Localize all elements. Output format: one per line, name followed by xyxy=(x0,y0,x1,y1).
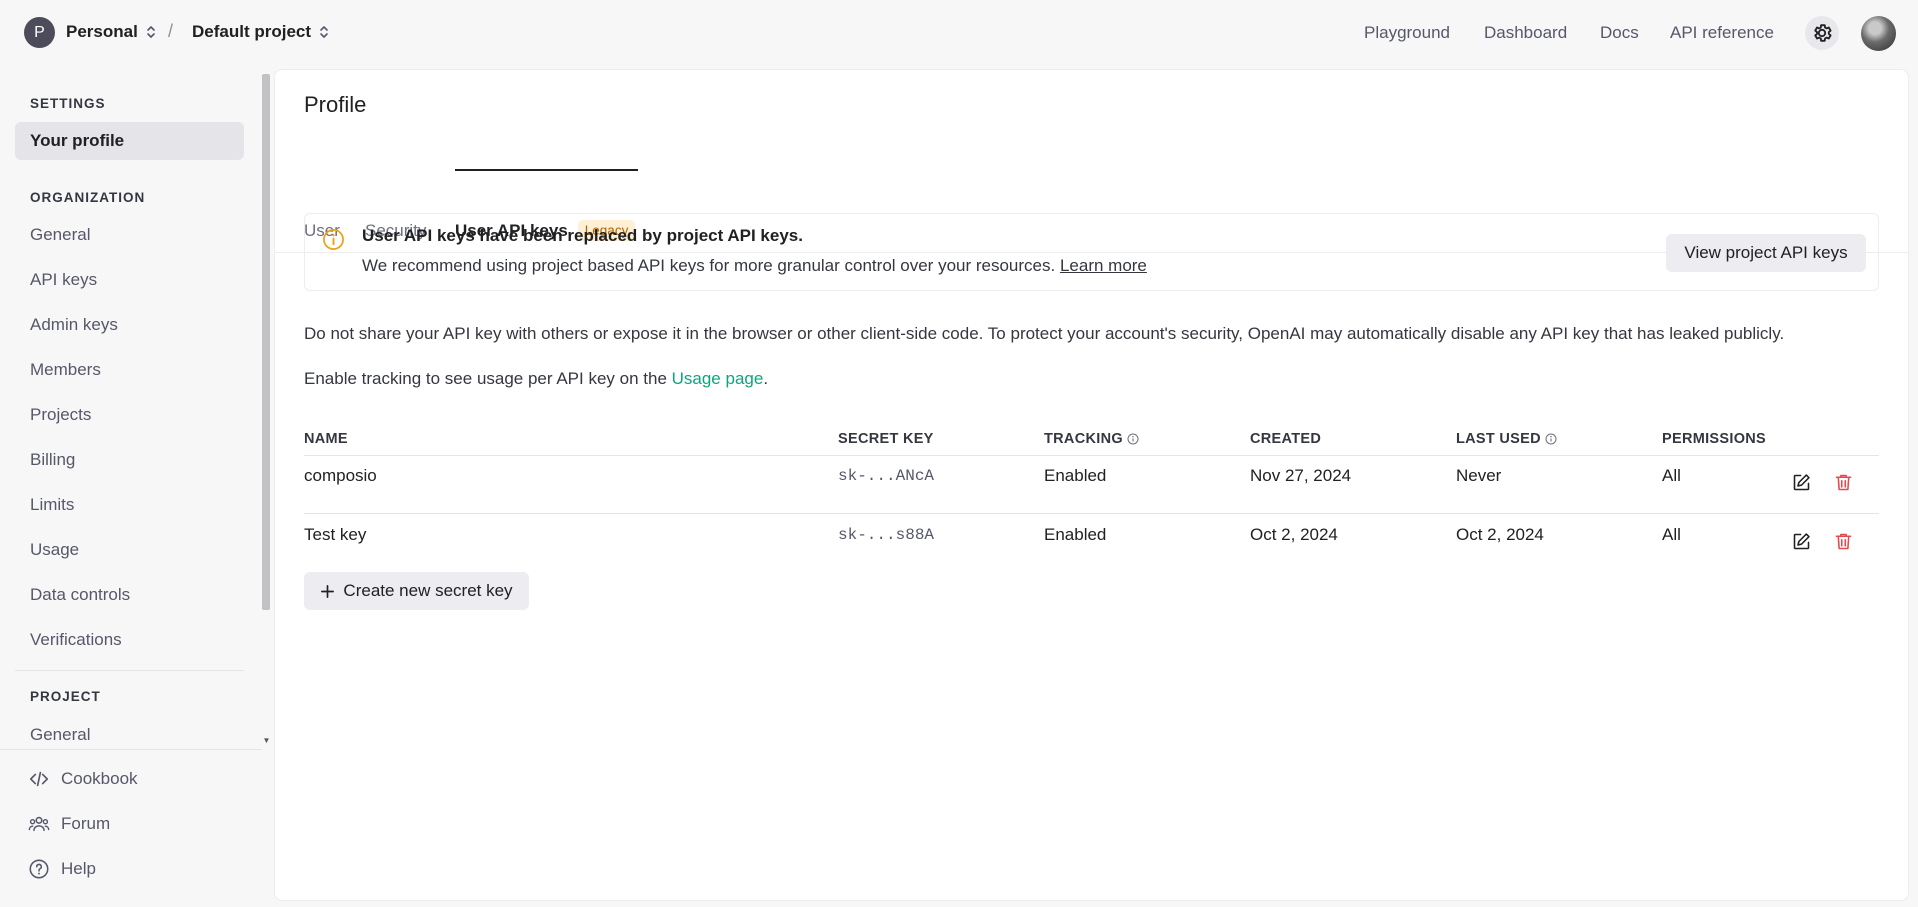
security-warning: Do not share your API key with others or… xyxy=(304,324,1785,343)
column-header-permissions: PERMISSIONS xyxy=(1662,431,1767,447)
info-icon[interactable] xyxy=(1127,433,1139,445)
sidebar-divider xyxy=(15,670,244,671)
sidebar-item-projects[interactable]: Projects xyxy=(15,396,244,434)
sidebar-item-admin-keys[interactable]: Admin keys xyxy=(15,306,244,344)
column-header-tracking: TRACKING xyxy=(1044,431,1139,447)
row-1-edit-button[interactable] xyxy=(1788,469,1814,495)
code-icon xyxy=(29,771,49,787)
tracking-header-label: TRACKING xyxy=(1044,431,1123,447)
scroll-down-icon[interactable]: ▼ xyxy=(262,736,271,745)
sidebar-bottom-divider xyxy=(0,749,262,750)
nav-docs[interactable]: Docs xyxy=(1600,23,1639,43)
help-label: Help xyxy=(61,859,96,878)
column-header-name: NAME xyxy=(304,431,348,447)
row-1-tracking: Enabled xyxy=(1044,466,1107,485)
people-icon xyxy=(28,816,50,832)
sidebar-item-members[interactable]: Members xyxy=(15,351,244,389)
create-new-secret-key-button[interactable]: Create new secret key xyxy=(304,572,529,610)
nav-dashboard[interactable]: Dashboard xyxy=(1484,23,1567,43)
org-name: Personal xyxy=(66,22,138,41)
sidebar-scroll-area[interactable]: SETTINGS Your profile ORGANIZATION Gener… xyxy=(0,66,262,748)
gear-icon xyxy=(1814,24,1832,42)
notice-title: User API keys have been replaced by proj… xyxy=(362,226,803,245)
row-2-permissions: All xyxy=(1662,525,1681,544)
page-title: Profile xyxy=(304,92,367,117)
info-icon[interactable] xyxy=(1545,433,1557,445)
row-1-last-used: Never xyxy=(1456,466,1502,485)
sidebar-item-general[interactable]: General xyxy=(15,216,244,254)
organization-heading: ORGANIZATION xyxy=(30,190,146,205)
column-header-last-used: LAST USED xyxy=(1456,431,1557,447)
project-heading: PROJECT xyxy=(30,689,101,704)
user-avatar[interactable] xyxy=(1861,16,1896,51)
row-2-delete-button[interactable] xyxy=(1830,528,1856,554)
learn-more-link[interactable]: Learn more xyxy=(1060,256,1147,275)
sidebar-item-project-general[interactable]: General xyxy=(15,716,244,748)
sidebar-item-verifications[interactable]: Verifications xyxy=(15,621,244,659)
row-1-delete-button[interactable] xyxy=(1830,469,1856,495)
help-icon xyxy=(29,859,49,879)
row-2-created: Oct 2, 2024 xyxy=(1250,525,1338,544)
notice-text: We recommend using project based API key… xyxy=(362,256,1147,276)
sidebar-item-api-keys[interactable]: API keys xyxy=(15,261,244,299)
org-avatar[interactable]: P xyxy=(24,17,55,48)
sidebar-item-usage[interactable]: Usage xyxy=(15,531,244,569)
sidebar-item-limits[interactable]: Limits xyxy=(15,486,244,524)
row-1-secret-key: sk-...ANcA xyxy=(838,467,935,485)
sidebar-item-your-profile[interactable]: Your profile xyxy=(15,122,244,160)
row-2-last-used: Oct 2, 2024 xyxy=(1456,525,1544,544)
sidebar-item-data-controls[interactable]: Data controls xyxy=(15,576,244,614)
top-bar: P Personal / Default project Playground … xyxy=(0,0,1918,66)
header-divider xyxy=(304,455,1879,456)
tracking-info: Enable tracking to see usage per API key… xyxy=(304,369,768,389)
chevron-updown-icon xyxy=(319,24,329,40)
sidebar-item-forum[interactable]: Forum xyxy=(28,809,110,839)
row-2-name: Test key xyxy=(304,525,367,544)
trash-icon xyxy=(1835,533,1851,549)
breadcrumb-separator: / xyxy=(168,21,174,41)
row-1-permissions: All xyxy=(1662,466,1681,485)
project-switcher[interactable]: Default project xyxy=(192,22,329,42)
trash-icon xyxy=(1835,474,1851,490)
chevron-updown-icon xyxy=(146,24,156,40)
settings-heading: SETTINGS xyxy=(30,96,106,111)
create-button-label: Create new secret key xyxy=(343,581,513,600)
row-divider xyxy=(304,513,1879,514)
row-2-secret-key: sk-...s88A xyxy=(838,526,935,544)
notice-body: We recommend using project based API key… xyxy=(362,256,1060,275)
last-used-header-label: LAST USED xyxy=(1456,431,1541,447)
project-name: Default project xyxy=(192,22,312,41)
view-project-api-keys-button[interactable]: View project API keys xyxy=(1666,234,1866,272)
sidebar-item-billing[interactable]: Billing xyxy=(15,441,244,479)
org-switcher[interactable]: Personal xyxy=(66,22,156,42)
tracking-text: Enable tracking to see usage per API key… xyxy=(304,369,672,388)
column-header-secret-key: SECRET KEY xyxy=(838,431,934,447)
row-1-created: Nov 27, 2024 xyxy=(1250,466,1352,485)
row-2-tracking: Enabled xyxy=(1044,525,1107,544)
forum-label: Forum xyxy=(61,814,111,833)
row-1-name: composio xyxy=(304,466,377,485)
main-panel: Profile User Security User API keys Lega… xyxy=(274,69,1910,901)
settings-button[interactable] xyxy=(1805,16,1839,50)
nav-playground[interactable]: Playground xyxy=(1364,23,1450,43)
sidebar-item-cookbook[interactable]: Cookbook xyxy=(28,764,138,794)
sidebar-item-help[interactable]: Help xyxy=(28,854,96,884)
edit-icon xyxy=(1793,532,1810,549)
tracking-end: . xyxy=(763,369,769,388)
info-circle-icon xyxy=(323,229,344,250)
edit-icon xyxy=(1793,473,1810,490)
plus-icon xyxy=(321,584,335,598)
sidebar-scrollbar[interactable] xyxy=(262,74,270,610)
usage-page-link[interactable]: Usage page xyxy=(672,369,764,388)
sidebar: SETTINGS Your profile ORGANIZATION Gener… xyxy=(0,66,262,907)
active-tab-indicator xyxy=(455,169,638,171)
nav-api-reference[interactable]: API reference xyxy=(1670,23,1774,43)
row-2-edit-button[interactable] xyxy=(1788,528,1814,554)
column-header-created: CREATED xyxy=(1250,431,1322,447)
cookbook-label: Cookbook xyxy=(61,769,138,788)
legacy-notice: User API keys have been replaced by proj… xyxy=(304,213,1879,291)
